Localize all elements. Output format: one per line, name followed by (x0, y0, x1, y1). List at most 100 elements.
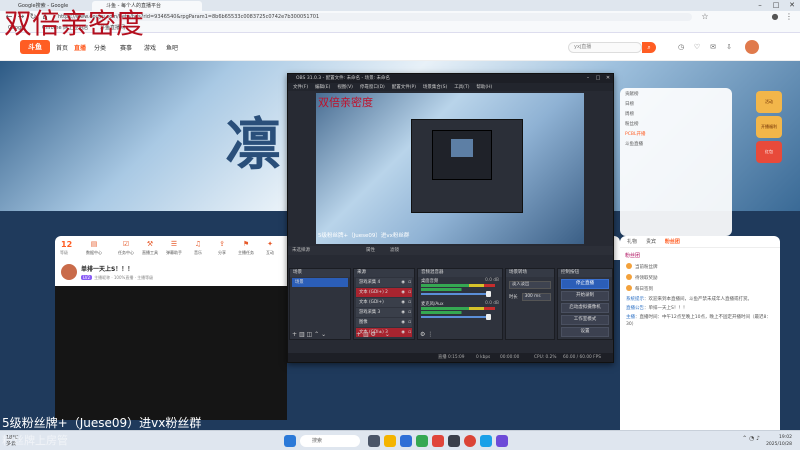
url-field[interactable]: https://www.douyu.com/beta/hds?rid=93465… (52, 13, 692, 21)
obs-menu-view[interactable]: 视图(V) (337, 85, 353, 90)
start-icon[interactable] (284, 435, 296, 447)
star-icon[interactable]: ☆ (700, 12, 710, 22)
lock-icon[interactable]: ▫ (408, 308, 411, 317)
obs-maximize-icon[interactable]: □ (593, 74, 603, 83)
fan-item[interactable]: 当前粉丝牌 (626, 263, 774, 272)
source-item[interactable]: 文本 (GDI+) 2 ◉ ▫ (356, 288, 412, 297)
lock-icon[interactable]: ▫ (408, 298, 411, 307)
pcbl-badge[interactable]: PCBL开播 (625, 131, 727, 138)
nav-games[interactable]: 游戏 (144, 43, 156, 52)
video-player[interactable] (55, 286, 287, 420)
search-icon[interactable]: ⌕ (642, 42, 656, 53)
lock-icon[interactable]: ▫ (408, 288, 411, 297)
gear-icon[interactable]: ⚙ (420, 331, 425, 338)
eye-icon[interactable]: ◉ (401, 288, 405, 297)
studio-mode-button[interactable]: 工作室模式 (561, 315, 609, 325)
maximize-icon[interactable]: □ (768, 0, 784, 11)
app-icon[interactable] (496, 435, 508, 447)
anchor-avatar[interactable] (61, 264, 77, 280)
up-icon[interactable]: ⌃ (378, 331, 383, 338)
settings-button[interactable]: 设置 (561, 327, 609, 337)
tool-data-center[interactable]: ▤ 数据中心 (79, 239, 109, 259)
douyu-logo[interactable]: 斗鱼 (20, 40, 50, 54)
nav-live[interactable]: 直播 (74, 43, 86, 52)
filters-button[interactable]: 滤镜 (390, 246, 399, 255)
lock-icon[interactable]: ▫ (408, 328, 411, 337)
filter-icon[interactable]: ◫ (307, 331, 313, 338)
tab-gifts[interactable]: 礼物 (627, 236, 637, 248)
stop-streaming-button[interactable]: 停止直播 (561, 279, 609, 289)
obs-minimize-icon[interactable]: – (583, 74, 593, 83)
user-avatar[interactable] (745, 40, 759, 54)
down-icon[interactable]: ⌄ (321, 331, 326, 338)
scene-item[interactable]: 场景 (292, 278, 348, 287)
activity-banner[interactable]: 活动 (756, 91, 782, 113)
message-icon[interactable]: ✉ (708, 42, 718, 52)
obs-menu-help[interactable]: 帮助(H) (476, 85, 492, 90)
eye-icon[interactable]: ◉ (401, 328, 405, 337)
obs-icon[interactable] (448, 435, 460, 447)
virtual-camera-button[interactable]: 启动虚拟摄像机 (561, 303, 609, 313)
clock[interactable]: 19:02 2025/10/28 (766, 434, 792, 448)
obs-preview[interactable]: 双倍亲密度 5级粉丝牌+（Juese09）进vx粉丝群 (316, 93, 584, 244)
eye-icon[interactable]: ◉ (401, 318, 405, 327)
properties-button[interactable]: 属性 (366, 246, 375, 255)
site-search-input[interactable]: yxj直播 (568, 42, 642, 53)
ranking-row[interactable]: 贡献榜 (625, 91, 727, 98)
trash-icon[interactable]: ▥ (363, 331, 369, 338)
add-icon[interactable]: + (292, 331, 297, 338)
nav-events[interactable]: 赛事 (120, 43, 132, 52)
close-icon[interactable]: ✕ (784, 0, 800, 11)
eye-icon[interactable]: ◉ (401, 298, 405, 307)
ranking-row[interactable]: 粉丝榜 (625, 121, 727, 128)
eye-icon[interactable]: ◉ (401, 278, 405, 287)
down-icon[interactable]: ⌄ (385, 331, 390, 338)
tab-vip[interactable]: 贵宾 (646, 236, 656, 248)
nav-yuba[interactable]: 鱼吧 (166, 43, 178, 52)
volume-slider[interactable] (421, 293, 491, 295)
fan-item[interactable]: 待领取奖励 (626, 274, 774, 283)
qq-icon[interactable] (480, 435, 492, 447)
taskbar-search[interactable]: 搜索 (300, 435, 360, 447)
douyu-app-icon[interactable] (432, 435, 444, 447)
start-recording-button[interactable]: 开始录制 (561, 291, 609, 301)
fan-item[interactable]: 每日签到 (626, 285, 774, 294)
nav-home[interactable]: 首页 (56, 43, 68, 52)
lock-icon[interactable]: ▫ (408, 318, 411, 327)
ranking-row[interactable]: 日榜 (625, 101, 727, 108)
more-icon[interactable]: ⋮ (427, 331, 433, 338)
follow-icon[interactable]: ♡ (692, 42, 702, 52)
eye-icon[interactable]: ◉ (401, 308, 405, 317)
obs-menu-scene-collection[interactable]: 场景集合(S) (423, 85, 447, 90)
live-welfare-banner[interactable]: 开播福利 (756, 116, 782, 138)
task-view-icon[interactable] (368, 435, 380, 447)
download-icon[interactable]: ⇩ (724, 42, 734, 52)
obs-menu-edit[interactable]: 编辑(E) (315, 85, 330, 90)
tab-fans[interactable]: 粉丝团 (665, 236, 680, 248)
lock-icon[interactable]: ▫ (408, 278, 411, 287)
source-item[interactable]: 游戏采集 3 ◉ ▫ (356, 308, 412, 317)
obs-menu-file[interactable]: 文件(F) (293, 85, 308, 90)
history-icon[interactable]: ◷ (676, 42, 686, 52)
gear-icon[interactable]: ⚙ (371, 331, 376, 338)
menu-icon[interactable]: ⋮ (784, 12, 794, 22)
red-packet-banner[interactable]: 红包 (756, 141, 782, 163)
profile-icon[interactable]: ● (770, 12, 780, 22)
transition-duration-input[interactable]: 300 ms (521, 292, 551, 301)
volume-slider[interactable] (421, 316, 491, 318)
file-explorer-icon[interactable] (384, 435, 396, 447)
volume-slider-handle[interactable] (486, 314, 491, 320)
obs-menu-tools[interactable]: 工具(T) (454, 85, 469, 90)
source-item[interactable]: 游戏采集 4 ◉ ▫ (356, 278, 412, 287)
ranking-row[interactable]: 斗鱼直播 (625, 141, 727, 148)
source-item[interactable]: 文本 (GDI+) ◉ ▫ (356, 298, 412, 307)
edge-icon[interactable] (400, 435, 412, 447)
trash-icon[interactable]: ▥ (299, 331, 305, 338)
transition-type-select[interactable]: 淡入淡出 (509, 280, 551, 289)
wechat-icon[interactable] (416, 435, 428, 447)
nav-category[interactable]: 分类 (94, 43, 106, 52)
ranking-row[interactable]: 周榜 (625, 111, 727, 118)
source-item[interactable]: 图像 ◉ ▫ (356, 318, 412, 327)
obs-menu-docks[interactable]: 停靠窗口(D) (360, 85, 385, 90)
obs-menu-profile[interactable]: 配置文件(P) (392, 85, 416, 90)
